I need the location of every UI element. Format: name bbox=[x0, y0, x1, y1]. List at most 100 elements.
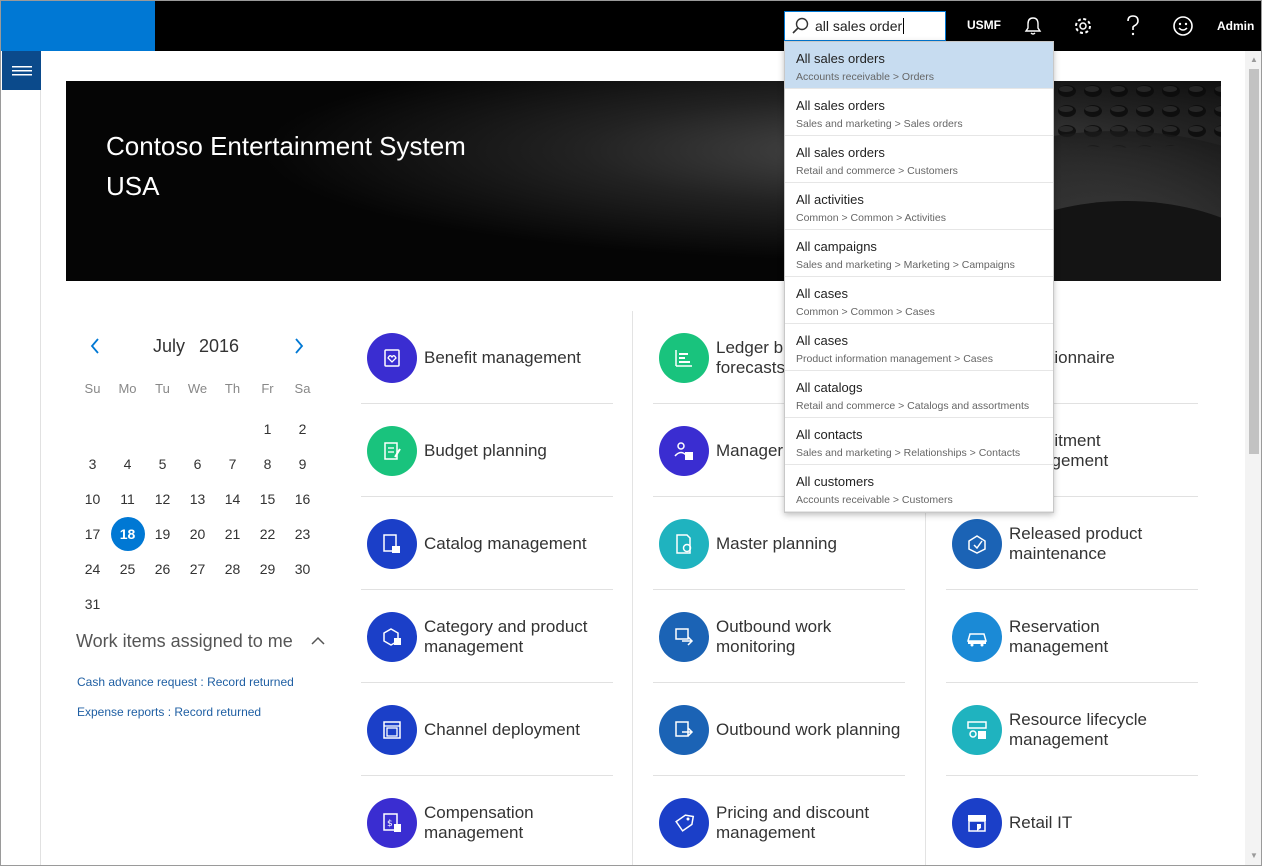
weekday-label: Fr bbox=[261, 380, 274, 396]
suggestion-path: Common > Common > Activities bbox=[796, 212, 946, 224]
calendar-day[interactable]: 27 bbox=[180, 551, 215, 586]
search-suggestions-dropdown: All sales orders Accounts receivable > Or… bbox=[784, 41, 1054, 513]
search-suggestion-item[interactable]: All campaigns Sales and marketing > Marke… bbox=[785, 230, 1053, 277]
calendar-day[interactable]: 8 bbox=[250, 446, 285, 481]
calendar-day[interactable]: 28 bbox=[215, 551, 250, 586]
calendar-day[interactable]: 5 bbox=[145, 446, 180, 481]
calendar-week-row: 24 25 26 27 28 29 30 bbox=[75, 551, 320, 586]
calendar-day[interactable]: 7 bbox=[215, 446, 250, 481]
calendar-day[interactable]: 31 bbox=[75, 586, 110, 621]
vertical-scrollbar[interactable]: ▲ ▼ bbox=[1245, 51, 1261, 865]
gear-icon[interactable] bbox=[1071, 14, 1095, 38]
calendar-day[interactable]: 3 bbox=[75, 446, 110, 481]
resource-icon bbox=[952, 705, 1002, 755]
calendar-day[interactable]: 14 bbox=[215, 481, 250, 516]
column-divider bbox=[632, 311, 633, 865]
scroll-down-arrow-icon[interactable]: ▼ bbox=[1249, 851, 1259, 861]
company-picker[interactable]: USMF bbox=[967, 18, 1001, 32]
workspace-tile[interactable]: Outbound work monitoring bbox=[653, 590, 905, 683]
manager-icon bbox=[659, 426, 709, 476]
calendar-day[interactable]: 13 bbox=[180, 481, 215, 516]
calendar-day[interactable]: 2 bbox=[285, 411, 320, 446]
search-box[interactable]: all sales order bbox=[784, 11, 946, 41]
calendar-day[interactable]: 23 bbox=[285, 516, 320, 551]
suggestion-title: All cases bbox=[796, 286, 849, 301]
calendar-day[interactable]: 17 bbox=[75, 516, 110, 551]
workspace-tile[interactable]: Channel deployment bbox=[361, 683, 613, 776]
suggestion-title: All contacts bbox=[796, 427, 863, 442]
workspace-tile[interactable]: Catalog management bbox=[361, 497, 613, 590]
collapse-chevron-up-icon[interactable] bbox=[309, 632, 327, 650]
calendar-grid: Su Mo Tu We Th Fr Sa 1 2 3 4 5 6 7 8 9 10 11 12 13 14 15 16 17 1… bbox=[75, 376, 320, 621]
banner-company-name: Contoso Entertainment System bbox=[106, 131, 466, 161]
feedback-smiley-icon[interactable] bbox=[1171, 14, 1195, 38]
calendar-day[interactable]: 26 bbox=[145, 551, 180, 586]
search-suggestion-item[interactable]: All sales orders Accounts receivable > Or… bbox=[785, 42, 1053, 89]
hamburger-menu-icon[interactable] bbox=[2, 51, 41, 90]
calendar-month: July bbox=[153, 336, 186, 356]
calendar-day[interactable]: 15 bbox=[250, 481, 285, 516]
bell-icon[interactable] bbox=[1021, 14, 1045, 38]
workspace-tile[interactable]: Category and product management bbox=[361, 590, 613, 683]
suggestion-path: Common > Common > Cases bbox=[796, 306, 935, 318]
workspace-tile-label: Pricing and discount management bbox=[716, 802, 870, 842]
work-item-link[interactable]: Cash advance request : Record returned bbox=[77, 675, 294, 689]
workspace-tile[interactable]: Resource lifecycle management bbox=[946, 683, 1198, 776]
scroll-up-arrow-icon[interactable]: ▲ bbox=[1249, 55, 1259, 65]
search-suggestion-item[interactable]: All activities Common > Common > Activiti… bbox=[785, 183, 1053, 230]
next-month-chevron-icon[interactable] bbox=[287, 331, 311, 361]
work-item-link[interactable]: Expense reports : Record returned bbox=[77, 705, 261, 719]
calendar-day[interactable]: 10 bbox=[75, 481, 110, 516]
suggestion-title: All sales orders bbox=[796, 98, 885, 113]
workspace-tile[interactable]: Retail IT bbox=[946, 776, 1198, 865]
search-suggestion-item[interactable]: All sales orders Sales and marketing > Sa… bbox=[785, 89, 1053, 136]
suggestion-title: All cases bbox=[796, 333, 849, 348]
calendar-day[interactable]: 6 bbox=[180, 446, 215, 481]
calendar-empty-cell bbox=[285, 586, 320, 621]
weekday-label: Th bbox=[224, 380, 241, 396]
suggestion-path: Retail and commerce > Catalogs and assor… bbox=[796, 400, 1030, 412]
search-suggestion-item[interactable]: All contacts Sales and marketing > Relati… bbox=[785, 418, 1053, 465]
workspace-tile[interactable]: Benefit management bbox=[361, 311, 613, 404]
workspace-tile[interactable]: Pricing and discount management bbox=[653, 776, 905, 865]
calendar-day[interactable]: 24 bbox=[75, 551, 110, 586]
suggestion-title: All activities bbox=[796, 192, 864, 207]
search-suggestion-item[interactable]: All cases Common > Common > Cases bbox=[785, 277, 1053, 324]
calendar-day[interactable]: 22 bbox=[250, 516, 285, 551]
search-suggestion-item[interactable]: All customers Accounts receivable > Custo… bbox=[785, 465, 1053, 512]
search-suggestion-item[interactable]: All cases Product information management … bbox=[785, 324, 1053, 371]
brand-area[interactable] bbox=[1, 1, 155, 51]
search-suggestion-item[interactable]: All catalogs Retail and commerce > Catalo… bbox=[785, 371, 1053, 418]
scroll-thumb[interactable] bbox=[1249, 69, 1259, 454]
suggestion-path: Sales and marketing > Relationships > Co… bbox=[796, 447, 1021, 459]
calendar-day[interactable]: 30 bbox=[285, 551, 320, 586]
calendar-day[interactable]: 20 bbox=[180, 516, 215, 551]
left-nav-pane bbox=[1, 51, 41, 865]
calendar-day[interactable]: 9 bbox=[285, 446, 320, 481]
search-suggestion-item[interactable]: All sales orders Retail and commerce > Cu… bbox=[785, 136, 1053, 183]
workspace-tile[interactable]: Reservation management bbox=[946, 590, 1198, 683]
calendar-day[interactable]: 16 bbox=[285, 481, 320, 516]
calendar-day[interactable]: 29 bbox=[250, 551, 285, 586]
calendar-empty-cell bbox=[215, 411, 250, 446]
workspace-tile[interactable]: Budget planning bbox=[361, 404, 613, 497]
workspace-tile[interactable]: Outbound work planning bbox=[653, 683, 905, 776]
calendar-day[interactable]: 11 bbox=[110, 481, 145, 516]
user-menu[interactable]: Admin bbox=[1217, 19, 1254, 33]
app-window: all sales order USMF Admin Contoso Enter… bbox=[0, 0, 1262, 866]
calendar-day[interactable]: 21 bbox=[215, 516, 250, 551]
help-icon[interactable] bbox=[1121, 14, 1145, 38]
search-input[interactable]: all sales order bbox=[815, 18, 905, 34]
calendar-day[interactable]: 1 bbox=[250, 411, 285, 446]
workspace-tile[interactable]: $ Compensation management bbox=[361, 776, 613, 865]
calendar-day-today[interactable]: 18 bbox=[110, 516, 145, 551]
calendar-day[interactable]: 25 bbox=[110, 551, 145, 586]
calendar-day[interactable]: 12 bbox=[145, 481, 180, 516]
calendar-day[interactable]: 19 bbox=[145, 516, 180, 551]
svg-text:$: $ bbox=[387, 819, 393, 829]
previous-month-chevron-icon[interactable] bbox=[83, 331, 107, 361]
calendar-day[interactable]: 4 bbox=[110, 446, 145, 481]
calendar-week-row: 10 11 12 13 14 15 16 bbox=[75, 481, 320, 516]
workspace-tile-label: Outbound work planning bbox=[716, 719, 901, 739]
budget-icon bbox=[367, 426, 417, 476]
